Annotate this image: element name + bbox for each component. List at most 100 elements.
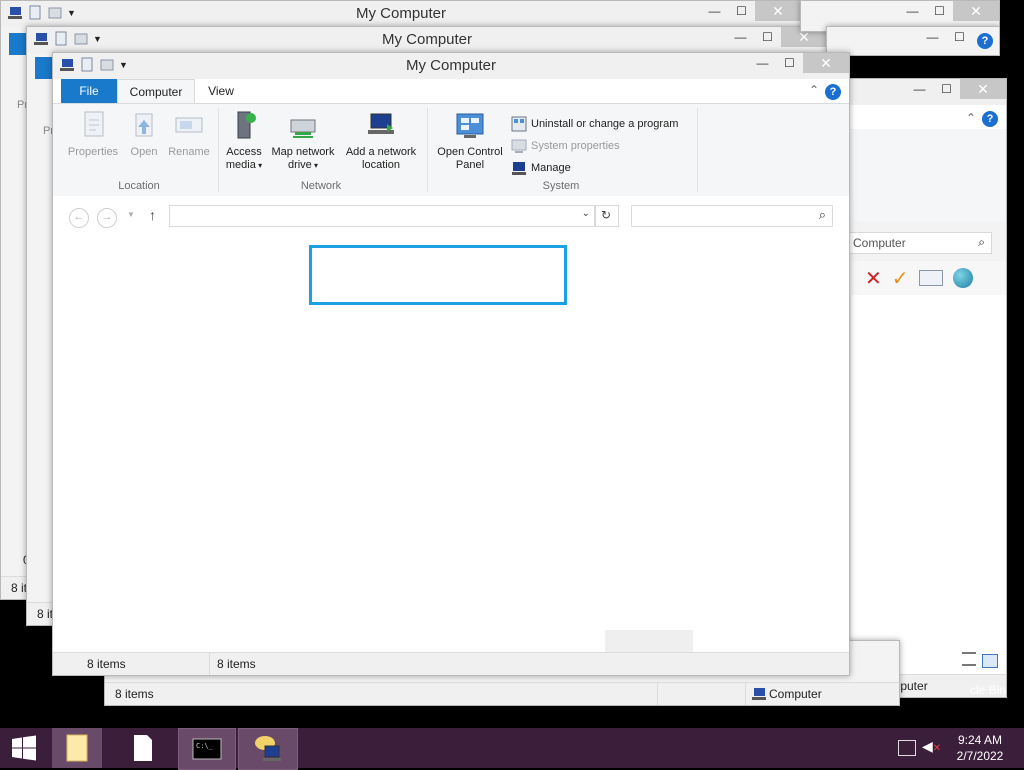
minimize-button[interactable]: — xyxy=(749,53,776,73)
address-bar[interactable]: ⌄ xyxy=(169,205,595,227)
recent-locations-button[interactable]: ▼ xyxy=(127,210,135,219)
search-box[interactable]: Computer ⌕ xyxy=(848,232,992,254)
large-icons-view-icon[interactable] xyxy=(982,654,998,668)
rename-button[interactable]: Rename xyxy=(165,110,213,159)
status-computer: Computer xyxy=(769,687,822,701)
system-group-label: System xyxy=(542,180,580,192)
properties-label: Properties xyxy=(67,146,119,158)
location-group-label: Location xyxy=(118,180,160,192)
rename-edit-box[interactable] xyxy=(309,245,567,305)
add-network-location-button[interactable]: Add a network location xyxy=(341,110,421,172)
clock-time: 9:24 AM xyxy=(957,733,1003,747)
network-group-label: Network xyxy=(300,180,342,192)
access-media-button[interactable]: Access media ▾ xyxy=(221,110,267,172)
window-controls: — ☐ xyxy=(919,27,973,47)
up-button[interactable]: ↑ xyxy=(149,207,156,223)
system-properties-icon xyxy=(511,139,527,153)
open-label: Open xyxy=(130,146,158,158)
maximize-button[interactable]: ☐ xyxy=(926,1,953,21)
maximize-button[interactable]: ☐ xyxy=(776,53,803,73)
file-tab-fragment[interactable] xyxy=(35,57,53,79)
network-drive-icon xyxy=(290,119,316,138)
email-icon[interactable] xyxy=(918,270,943,286)
open-control-panel-button[interactable]: Open Control Panel xyxy=(431,110,509,172)
clock[interactable]: 9:24 AM 2/7/2022 xyxy=(948,732,1012,764)
manage-button[interactable]: Manage xyxy=(511,160,571,176)
close-button[interactable]: ✕ xyxy=(953,1,999,21)
window-controls: — ☐ ✕ xyxy=(701,1,801,21)
programs-icon xyxy=(511,116,527,132)
desktop-icon-label[interactable]: cle Bin xyxy=(970,683,1006,697)
computer-icon xyxy=(751,686,767,705)
check-icon[interactable]: ✓ xyxy=(892,266,909,291)
file-tab-fragment[interactable] xyxy=(9,33,27,55)
start-button[interactable] xyxy=(4,728,44,768)
toolbar-strip: ✕ ✓ xyxy=(851,261,1006,296)
close-button[interactable]: ✕ xyxy=(803,53,849,73)
control-panel-icon xyxy=(456,113,484,138)
delete-icon[interactable]: ✕ xyxy=(865,266,882,291)
add-network-location-label: Add a network location xyxy=(345,146,417,171)
access-media-label: Access media ▾ xyxy=(225,146,263,171)
close-button[interactable]: ✕ xyxy=(755,1,801,21)
refresh-button[interactable]: ↻ xyxy=(595,205,619,227)
search-icon[interactable]: ⌕ xyxy=(819,207,826,223)
address-dropdown-icon[interactable]: ⌄ xyxy=(582,208,590,219)
volume-muted-icon[interactable]: ◀✕ xyxy=(922,738,941,755)
forward-button[interactable]: → xyxy=(97,208,117,228)
properties-icon xyxy=(84,111,104,137)
help-icon[interactable]: ? xyxy=(825,84,841,100)
taskbar-document[interactable] xyxy=(118,728,168,768)
uninstall-program-button[interactable]: Uninstall or change a program xyxy=(511,116,678,132)
system-properties-label: System properties xyxy=(531,140,620,152)
minimize-button[interactable]: — xyxy=(906,79,933,99)
status-divider xyxy=(657,683,658,705)
refresh-icon: ↻ xyxy=(601,208,612,222)
taskbar-file-explorer[interactable] xyxy=(238,728,298,770)
maximize-button[interactable]: ☐ xyxy=(728,1,755,21)
tab-file[interactable]: File xyxy=(61,79,117,103)
properties-button[interactable]: Properties xyxy=(65,110,121,159)
title-bar[interactable]: ▼ My Computer — ☐ ✕ xyxy=(53,53,849,79)
command-prompt-icon: C:\_ xyxy=(192,738,222,760)
network-computer-icon xyxy=(255,736,281,761)
rename-label: Rename xyxy=(168,146,210,158)
taskbar-command-prompt[interactable]: C:\_ xyxy=(178,728,236,770)
minimize-button[interactable]: — xyxy=(727,27,754,47)
minimize-button[interactable]: — xyxy=(899,1,926,21)
document-icon xyxy=(134,735,152,761)
status-bar: 8 items Computer xyxy=(105,682,899,705)
map-network-drive-button[interactable]: Map network drive ▾ xyxy=(267,110,339,172)
title-bar[interactable]: ▼ My Computer — ☐ ✕ xyxy=(1,1,801,27)
system-properties-button[interactable]: System properties xyxy=(511,138,620,154)
back-button[interactable]: ← xyxy=(69,208,89,228)
minimize-button[interactable]: — xyxy=(701,1,728,21)
maximize-button[interactable]: ☐ xyxy=(946,27,973,47)
white-pane xyxy=(851,295,1006,674)
map-network-drive-label: Map network drive ▾ xyxy=(271,146,335,171)
open-button[interactable]: Open xyxy=(123,110,165,159)
maximize-button[interactable]: ☐ xyxy=(754,27,781,47)
open-control-panel-label: Open Control Panel xyxy=(437,146,503,171)
network-tray-icon[interactable] xyxy=(898,740,916,756)
globe-icon[interactable] xyxy=(952,268,973,288)
maximize-button[interactable]: ☐ xyxy=(933,79,960,99)
taskbar-notepad[interactable] xyxy=(52,728,102,768)
file-list-pane[interactable] xyxy=(53,232,849,652)
close-button[interactable]: ✕ xyxy=(960,79,1006,99)
help-icon[interactable]: ? xyxy=(977,33,993,49)
tab-computer[interactable]: Computer xyxy=(117,79,195,104)
minimize-button[interactable]: — xyxy=(919,27,946,47)
window-title: My Computer xyxy=(405,57,497,74)
status-divider xyxy=(209,653,210,675)
taskbar: C:\_ ◀✕ 9:24 AM 2/7/2022 xyxy=(0,728,1024,770)
search-input[interactable]: ⌕ xyxy=(631,205,833,227)
title-bar[interactable]: ▼ My Computer — ☐ ✕ xyxy=(27,27,827,53)
collapse-ribbon-icon[interactable]: ⌃ xyxy=(809,83,819,97)
details-view-icon[interactable] xyxy=(962,652,976,666)
help-icon[interactable]: ? xyxy=(982,111,998,127)
window-title: My Computer xyxy=(381,31,473,48)
search-icon[interactable]: ⌕ xyxy=(978,235,985,250)
tab-view[interactable]: View xyxy=(195,79,247,103)
collapse-ribbon-icon[interactable]: ⌃ xyxy=(966,111,976,125)
